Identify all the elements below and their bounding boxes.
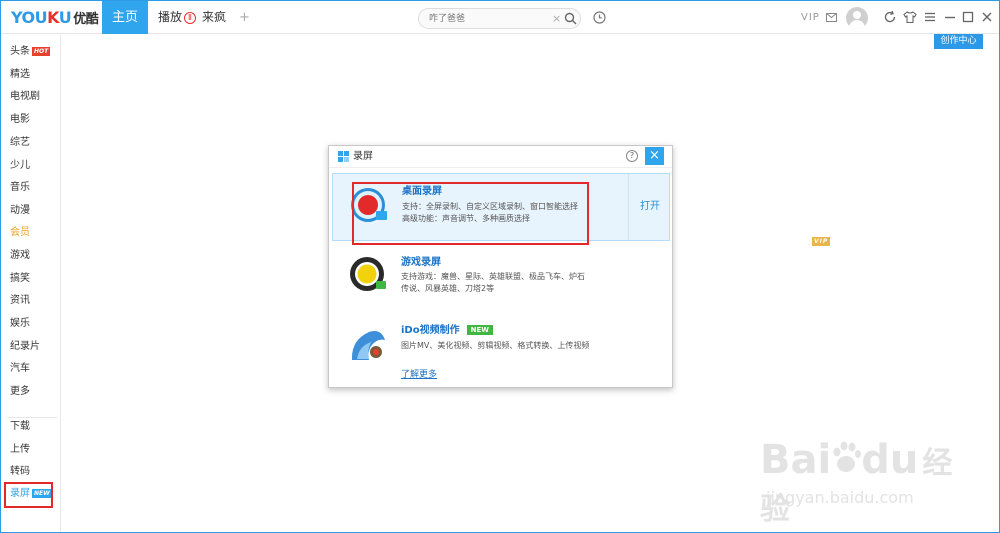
add-tab-icon[interactable]: + — [239, 1, 250, 34]
sidebar-item-tv[interactable]: 电视剧 — [10, 90, 40, 104]
highlight-box-desktop-record — [352, 182, 589, 245]
sidebar-item-featured[interactable]: 精选 — [10, 68, 30, 82]
close-icon[interactable] — [980, 10, 994, 24]
option-title-text: iDo视频制作 — [401, 325, 460, 336]
game-record-icon — [350, 257, 386, 291]
dialog-header: 录屏 ? × — [329, 146, 672, 168]
nav-laifeng[interactable]: 来疯 — [202, 1, 226, 34]
help-icon[interactable]: ? — [626, 150, 638, 162]
vip-badge: VIP — [812, 237, 831, 246]
mail-icon[interactable] — [826, 13, 837, 22]
nav-home[interactable]: 主页 — [102, 1, 148, 34]
sidebar-item-funny[interactable]: 搞笑 — [10, 272, 30, 286]
logo-cn: 优酷 — [73, 12, 99, 27]
sidebar-item-kids[interactable]: 少儿 — [10, 159, 30, 173]
top-bar: YOUKU优酷 主页 播放Ⅱ 来疯 + × VIP — [1, 1, 999, 34]
menu-icon[interactable] — [923, 10, 937, 24]
learn-more-link[interactable]: 了解更多 — [401, 369, 437, 381]
sidebar-item-variety[interactable]: 综艺 — [10, 136, 30, 150]
option-title: iDo视频制作 NEW — [401, 324, 493, 337]
sidebar-item-music[interactable]: 音乐 — [10, 181, 30, 195]
search-box: × — [418, 8, 581, 29]
watermark-url: jingyan.baidu.com — [766, 488, 914, 507]
nav-play-label: 播放 — [158, 10, 183, 24]
search-icon[interactable] — [564, 12, 577, 25]
sidebar-item-documentary[interactable]: 纪录片 — [10, 340, 40, 354]
create-center-button[interactable]: 创作中心 — [934, 34, 983, 49]
sidebar-item-entertainment[interactable]: 娱乐 — [10, 317, 30, 331]
logo-text: YOUKU — [11, 8, 72, 27]
option-desc-line: 图片MV、美化视频、剪辑视频、格式转换、上传视频 — [401, 341, 590, 350]
screen-record-logo-icon — [338, 151, 349, 162]
ido-video-icon — [351, 331, 385, 360]
vip-link[interactable]: VIP — [801, 12, 820, 23]
option-desc-line: 支持游戏：魔兽、星际、英雄联盟、极品飞车、炉石 — [401, 272, 585, 281]
clear-search-icon[interactable]: × — [552, 12, 561, 25]
option-desc-line: 传说、风暴英雄、刀塔2等 — [401, 284, 495, 293]
sidebar-item-news[interactable]: 资讯 — [10, 294, 30, 308]
dialog-close-button[interactable]: × — [645, 147, 664, 165]
history-icon[interactable] — [593, 11, 606, 24]
nav-play[interactable]: 播放 Ⅱ — [158, 1, 197, 34]
sidebar-item-membership[interactable]: 会员 VIP — [10, 226, 831, 246]
sidebar-item-auto[interactable]: 汽车 — [10, 362, 30, 376]
hot-badge: HOT — [32, 47, 51, 56]
sidebar-item-transcode[interactable]: 转码 — [10, 465, 30, 479]
paw-icon — [833, 441, 862, 472]
watermark-brand: Bai du 经验 — [760, 437, 980, 529]
youku-logo[interactable]: YOUKU 优酷 — [11, 8, 99, 27]
search-input[interactable] — [429, 11, 539, 26]
highlight-box-sidebar — [4, 482, 53, 508]
dialog-title: 录屏 — [353, 151, 373, 162]
new-badge: NEW — [466, 325, 493, 335]
skin-icon[interactable] — [903, 10, 917, 24]
sidebar-item-download[interactable]: 下载 — [10, 420, 30, 434]
sidebar-item-movies[interactable]: 电影 — [10, 113, 30, 127]
pause-icon: Ⅱ — [184, 12, 197, 24]
refresh-icon[interactable] — [883, 10, 897, 24]
sidebar-item-games[interactable]: 游戏 — [10, 249, 30, 263]
baidu-jingyan-watermark: Bai du 经验 jingyan.baidu.com — [760, 425, 980, 527]
option-title: 游戏录屏 — [401, 257, 441, 268]
sidebar-item-more[interactable]: 更多 — [10, 385, 30, 399]
avatar[interactable] — [846, 7, 868, 29]
option-description: 支持游戏：魔兽、星际、英雄联盟、极品飞车、炉石 传说、风暴英雄、刀塔2等 — [401, 271, 585, 295]
watermark-brand-a: Bai — [760, 437, 832, 483]
sidebar-item-anime[interactable]: 动漫 — [10, 204, 30, 218]
option-game-record[interactable]: 游戏录屏 支持游戏：魔兽、星际、英雄联盟、极品飞车、炉石 传说、风暴英雄、刀塔2… — [332, 243, 670, 311]
maximize-icon[interactable] — [961, 10, 975, 24]
sidebar-item-headlines[interactable]: 头条 HOT — [10, 45, 51, 59]
minimize-icon[interactable] — [943, 10, 957, 24]
option-description: 图片MV、美化视频、剪辑视频、格式转换、上传视频 — [401, 340, 589, 352]
sidebar-item-label: 会员 — [10, 227, 30, 238]
sidebar-item-upload[interactable]: 上传 — [10, 443, 30, 457]
watermark-brand-b: du — [861, 437, 919, 483]
sidebar-item-label: 头条 — [10, 46, 30, 57]
sidebar: 头条 HOT 精选 电视剧 电影 综艺 少儿 音乐 动漫 会员 VIP 游戏 搞笑 … — [1, 34, 831, 532]
sidebar-divider — [7, 417, 57, 418]
option-ido-video[interactable]: iDo视频制作 NEW 图片MV、美化视频、剪辑视频、格式转换、上传视频 了解更多 — [332, 313, 670, 381]
open-button[interactable]: 打开 — [628, 174, 671, 240]
